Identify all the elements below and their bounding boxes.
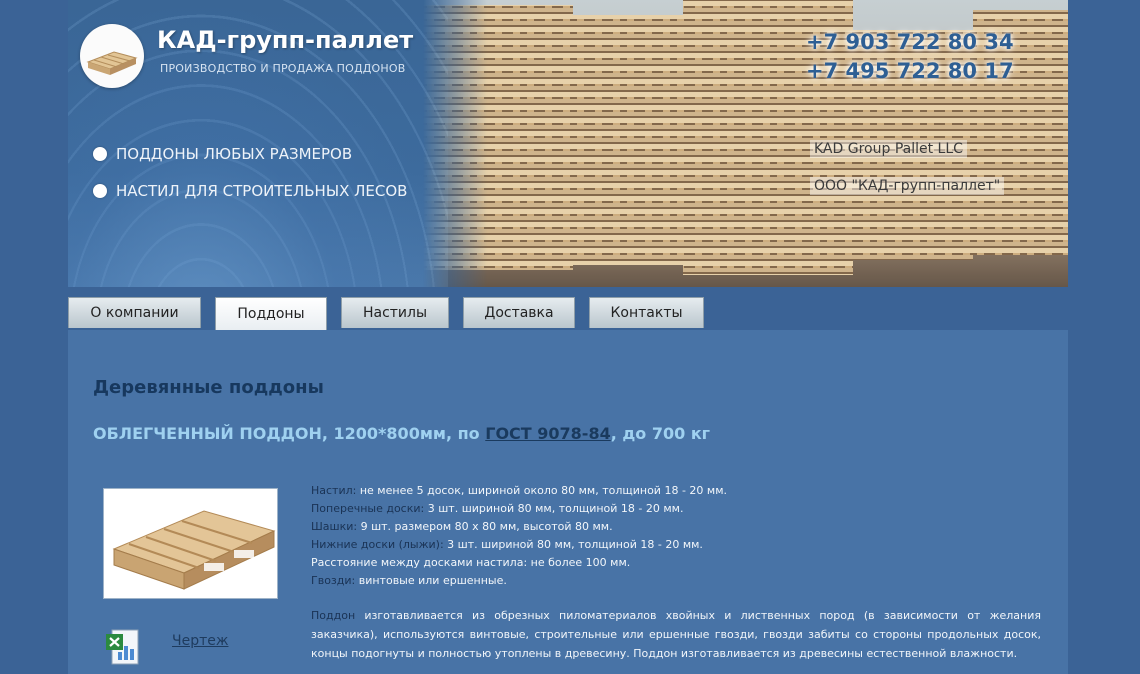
product-title: ОБЛЕГЧЕННЫЙ ПОДДОН, 1200*800мм, по ГОСТ … — [93, 424, 710, 443]
bullet-label: НАСТИЛ ДЛЯ СТРОИТЕЛЬНЫХ ЛЕСОВ — [116, 182, 408, 200]
spec-value: 3 шт. шириной 80 мм, толщиной 18 - 20 мм… — [424, 502, 684, 515]
phone-number: +7 903 722 80 34 — [806, 30, 1014, 54]
page-title: Деревянные поддоны — [93, 377, 324, 398]
description-key: Поддон — [311, 609, 356, 622]
bullet-dot-icon — [93, 184, 107, 198]
spec-row: Настил: не менее 5 досок, шириной около … — [311, 482, 1041, 500]
gost-link[interactable]: ГОСТ 9078-84 — [485, 424, 610, 443]
nav-tabs: О компании Поддоны Настилы Доставка Конт… — [68, 297, 1068, 331]
product-title-suffix: , до 700 кг — [610, 424, 711, 443]
page: КАД-групп-паллет ПРОИЗВОДСТВО И ПРОДАЖА … — [68, 0, 1068, 674]
company-name-en: KAD Group Pallet LLC — [810, 140, 967, 158]
company-name-ru: ООО "КАД-групп-паллет" — [810, 177, 1005, 195]
bullet-label: ПОДДОНЫ ЛЮБЫХ РАЗМЕРОВ — [116, 145, 353, 163]
specs-list: Настил: не менее 5 досок, шириной около … — [311, 482, 1041, 590]
spec-key: Гвозди: — [311, 574, 356, 587]
spec-value: винтовые или ершенные. — [355, 574, 507, 587]
spec-row: Поперечные доски: 3 шт. шириной 80 мм, т… — [311, 500, 1041, 518]
product-title-prefix: ОБЛЕГЧЕННЫЙ ПОДДОН, 1200*800мм, по — [93, 424, 486, 443]
phone-number: +7 495 722 80 17 — [806, 59, 1014, 83]
spec-row: Расстояние между досками настила: не бол… — [311, 554, 1041, 572]
header-banner: КАД-групп-паллет ПРОИЗВОДСТВО И ПРОДАЖА … — [68, 0, 1068, 287]
spec-key: Шашки: — [311, 520, 358, 533]
drawing-link[interactable]: Чертеж — [172, 633, 228, 649]
spec-key: Настил: — [311, 484, 357, 497]
logo[interactable] — [80, 24, 144, 88]
main-content: Деревянные поддоны ОБЛЕГЧЕННЫЙ ПОДДОН, 1… — [68, 330, 1068, 674]
brand-title[interactable]: КАД-групп-паллет — [157, 26, 413, 54]
phone-numbers: +7 903 722 80 34 +7 495 722 80 17 — [806, 28, 1014, 86]
spec-row: Шашки: 9 шт. размером 80 х 80 мм, высото… — [311, 518, 1041, 536]
spec-value: 9 шт. размером 80 х 80 мм, высотой 80 мм… — [357, 520, 613, 533]
tab-delivery[interactable]: Доставка — [463, 297, 575, 328]
spec-key: Поперечные доски: — [311, 502, 425, 515]
spec-row: Нижние доски (лыжи): 3 шт. шириной 80 мм… — [311, 536, 1041, 554]
bullet-item: НАСТИЛ ДЛЯ СТРОИТЕЛЬНЫХ ЛЕСОВ — [93, 182, 407, 200]
spec-value: 3 шт. шириной 80 мм, толщиной 18 - 20 мм… — [443, 538, 703, 551]
excel-file-icon[interactable] — [106, 628, 142, 666]
spec-value: не менее 5 досок, шириной около 80 мм, т… — [356, 484, 727, 497]
pallet-product-icon — [104, 489, 277, 598]
brand-subtitle: ПРОИЗВОДСТВО И ПРОДАЖА ПОДДОНОВ — [160, 62, 406, 75]
tab-contacts[interactable]: Контакты — [589, 297, 704, 328]
pallet-logo-icon — [86, 51, 138, 75]
spec-key: Нижние доски (лыжи): — [311, 538, 444, 551]
spec-value: Расстояние между досками настила: не бол… — [311, 556, 631, 569]
product-description: Поддон изготавливается из обрезных пилом… — [311, 606, 1041, 663]
pallet-image[interactable] — [103, 488, 278, 599]
tab-decking[interactable]: Настилы — [341, 297, 449, 328]
tab-about[interactable]: О компании — [68, 297, 201, 328]
tab-pallets[interactable]: Поддоны — [215, 297, 327, 330]
description-text: изготавливается из обрезных пиломатериал… — [311, 609, 1041, 660]
spec-row: Гвозди: винтовые или ершенные. — [311, 572, 1041, 590]
bullet-dot-icon — [93, 147, 107, 161]
bullet-item: ПОДДОНЫ ЛЮБЫХ РАЗМЕРОВ — [93, 145, 352, 163]
